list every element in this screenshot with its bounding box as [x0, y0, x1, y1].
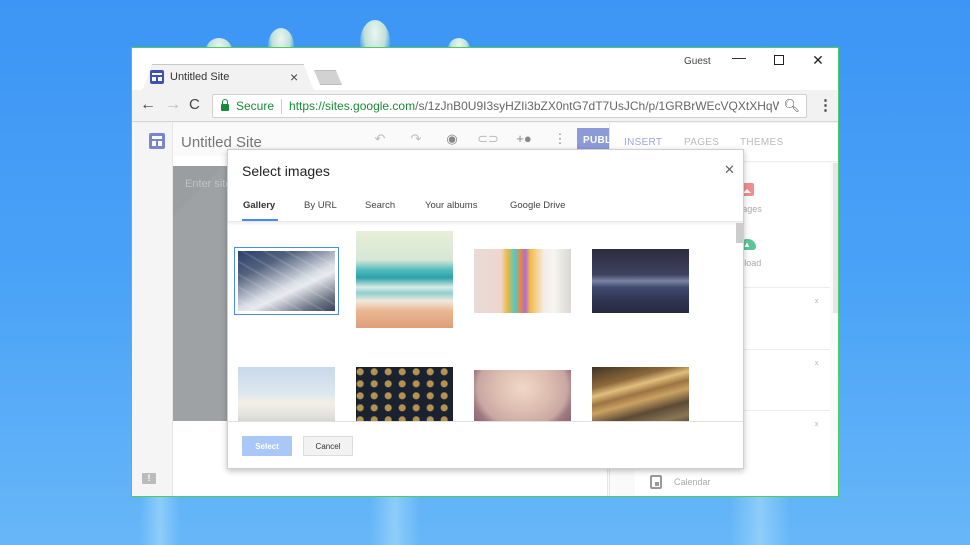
active-tab-indicator: [242, 219, 278, 221]
wallpaper-stem: [140, 497, 180, 545]
zoom-icon[interactable]: 🔍︎: [779, 98, 800, 114]
minimize-button[interactable]: —: [729, 49, 749, 65]
gallery-image-typewriter-keys[interactable]: [356, 367, 453, 421]
link-icon[interactable]: ⊂⊃: [470, 131, 506, 147]
gallery-image-clouds-horizon[interactable]: [238, 367, 335, 421]
tab-content: Untitled Site: [150, 70, 229, 84]
wallpaper-stem: [370, 497, 420, 545]
title-bar: Untitled Site × Guest — ✕: [132, 48, 838, 91]
url-host: https://sites.google.com: [289, 99, 416, 113]
gallery-image-night-lake[interactable]: [592, 249, 689, 313]
address-bar[interactable]: Secure https://sites.google.com /s/1zJnB…: [212, 94, 807, 118]
dialog-footer: Select Cancel: [228, 421, 743, 470]
browser-menu-icon[interactable]: ⋮: [818, 96, 833, 114]
gallery-scrollbar[interactable]: [736, 223, 743, 243]
expand-collapse-icon[interactable]: ⌄ ⌃: [813, 418, 820, 432]
close-window-button[interactable]: ✕: [808, 52, 828, 69]
feedback-icon[interactable]: !: [142, 473, 156, 484]
more-icon[interactable]: ⋮: [542, 131, 578, 147]
dialog-tabs: Gallery By URL Search Your albums Google…: [228, 194, 743, 222]
tab-insert[interactable]: INSERT: [624, 137, 662, 148]
wallpaper-stem: [730, 497, 790, 545]
undo-icon[interactable]: ↶: [362, 131, 398, 147]
new-tab-button[interactable]: [314, 70, 342, 85]
gallery-image-motion-blur[interactable]: [592, 367, 689, 421]
tab-close-icon[interactable]: ×: [290, 70, 298, 84]
calendar-icon: [650, 475, 662, 489]
tab-title: Untitled Site: [170, 71, 230, 83]
dialog-title: Select images: [242, 163, 330, 179]
select-button[interactable]: Select: [242, 436, 292, 456]
tab-your-albums[interactable]: Your albums: [425, 200, 477, 211]
insert-calendar[interactable]: Calendar: [650, 475, 711, 489]
right-panel-scrollbar[interactable]: [833, 163, 838, 313]
share-icon[interactable]: +●: [506, 131, 542, 147]
sites-logo-icon: [149, 133, 165, 149]
preview-icon[interactable]: ◉: [434, 131, 470, 147]
back-button[interactable]: ←: [140, 96, 156, 114]
secure-label: Secure: [236, 99, 275, 113]
select-images-dialog: Select images ✕ Gallery By URL Search Yo…: [227, 149, 744, 469]
maximize-button[interactable]: [769, 52, 789, 68]
redo-icon[interactable]: ↷: [398, 131, 434, 147]
expand-collapse-icon[interactable]: ⌄ ⌃: [813, 295, 820, 309]
left-rail: !: [132, 123, 173, 496]
profile-label[interactable]: Guest: [684, 56, 711, 67]
editor-toolbar: ↶ ↷ ◉ ⊂⊃ +● ⋮: [362, 131, 578, 147]
browser-toolbar: ← → C Secure https://sites.google.com /s…: [132, 90, 838, 122]
gallery-image-abstract-stripes[interactable]: [234, 247, 339, 315]
dialog-close-icon[interactable]: ✕: [724, 162, 735, 178]
cancel-button[interactable]: Cancel: [303, 436, 353, 456]
tab-search[interactable]: Search: [365, 200, 395, 211]
gallery-image-beach-waves[interactable]: [356, 231, 453, 328]
tab-themes[interactable]: THEMES: [740, 137, 783, 148]
expand-collapse-icon[interactable]: ⌄ ⌃: [813, 357, 820, 371]
gallery-image-pink-sunset[interactable]: [474, 370, 571, 421]
tab-gallery[interactable]: Gallery: [243, 200, 275, 211]
reload-button[interactable]: C: [189, 96, 200, 114]
tab-pages[interactable]: PAGES: [684, 137, 719, 148]
tab-by-url[interactable]: By URL: [304, 200, 337, 211]
sites-favicon-icon: [150, 70, 164, 84]
omnibox-divider: [281, 98, 283, 114]
url-path: /s/1zJnB0U9I3syHZIi3bZX0ntG7dT7UsJCh/p/1…: [415, 99, 794, 113]
image-gallery: [228, 223, 745, 421]
gallery-image-sticky-notes[interactable]: [474, 249, 571, 313]
maximize-icon: [774, 55, 784, 65]
forward-button[interactable]: →: [165, 96, 181, 114]
tab-google-drive[interactable]: Google Drive: [510, 200, 565, 211]
insert-calendar-label: Calendar: [674, 477, 711, 487]
lock-icon: [221, 99, 229, 111]
